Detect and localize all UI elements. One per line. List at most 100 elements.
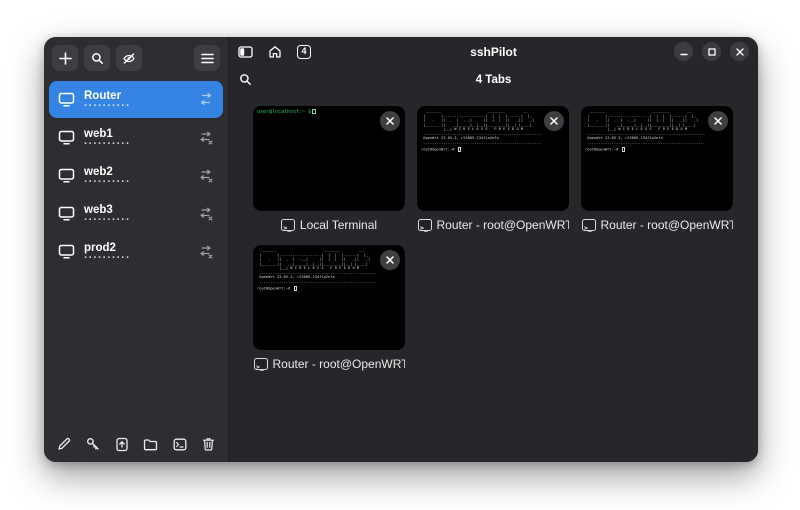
app-window: Router ·········· web1 ·········· [44, 37, 758, 462]
search-icon [239, 73, 252, 86]
tab-counter-badge: 4 [297, 45, 311, 59]
disconnected-arrows-icon [198, 207, 214, 221]
close-icon [736, 48, 744, 56]
connection-text: web3 ·········· [84, 204, 198, 224]
tabs-count-title: 4 Tabs [229, 74, 758, 86]
tab-label: Router - root@OpenWRTx86… [253, 357, 405, 371]
close-tab-button[interactable] [708, 111, 728, 131]
monitor-icon [58, 244, 75, 259]
titlebar-left-icons: 4 [238, 45, 311, 59]
sidebar-toolbar [44, 37, 228, 77]
terminal-icon [582, 219, 596, 231]
connection-masked-host: ·········· [84, 102, 198, 110]
main-pane: 4 sshPilot 4 Tabs user@localhost:~ $ [228, 37, 758, 462]
connection-row-prod2[interactable]: prod2 ·········· [49, 233, 223, 270]
open-folder-button[interactable] [143, 438, 158, 451]
terminal-icon [173, 438, 187, 451]
eye-slash-icon [122, 52, 136, 65]
connection-text: web2 ·········· [84, 166, 198, 186]
key-icon [86, 437, 100, 451]
open-terminal-button[interactable] [173, 438, 187, 451]
terminal-prompt-line: root@OpenWrt:~# [585, 147, 729, 152]
minimize-button[interactable] [674, 42, 693, 61]
connection-masked-host: ·········· [84, 140, 198, 148]
connection-text: Router ·········· [84, 90, 198, 110]
edit-connection-button[interactable] [57, 437, 71, 451]
minimize-icon [680, 48, 688, 56]
pencil-icon [57, 437, 71, 451]
disconnected-arrows-icon [198, 245, 214, 259]
tab-label-text: Router - root@OpenWRTx86… [273, 357, 405, 371]
close-tab-button[interactable] [380, 111, 400, 131]
tab-label-text: Router - root@OpenWRTx86… [601, 218, 733, 232]
connection-masked-host: ·········· [84, 254, 198, 262]
tab-card-router-1: _______ ________ __ | |.-----.-----.----… [417, 106, 569, 232]
home-button[interactable] [268, 45, 282, 58]
close-tab-button[interactable] [544, 111, 564, 131]
connection-text: prod2 ·········· [84, 242, 198, 262]
toggle-hidden-button[interactable] [116, 45, 142, 71]
monitor-icon [58, 92, 75, 107]
toggle-sidebar-button[interactable] [238, 46, 253, 58]
connection-masked-host: ·········· [84, 216, 198, 224]
prompt-text: root@OpenWrt:~# [257, 286, 293, 290]
main-menu-button[interactable] [194, 45, 220, 71]
tab-preview[interactable]: user@localhost:~ $ [253, 106, 405, 211]
close-icon [386, 117, 394, 125]
upload-key-button[interactable] [115, 437, 129, 452]
tab-card-router-3: _______ ________ __ | |.-----.-----.----… [253, 245, 405, 371]
tab-overview-button[interactable]: 4 [297, 45, 311, 59]
tabs-grid: user@localhost:~ $ Local Terminal ______… [229, 93, 758, 384]
sidebar-toggle-icon [238, 46, 253, 58]
window-controls [674, 42, 749, 61]
search-tabs-button[interactable] [239, 73, 252, 86]
connection-row-router[interactable]: Router ·········· [49, 81, 223, 118]
tab-label: Local Terminal [253, 218, 405, 232]
prompt-text: root@OpenWrt:~# [421, 147, 457, 151]
monitor-icon [58, 168, 75, 183]
tab-preview[interactable]: _______ ________ __ | |.-----.-----.----… [417, 106, 569, 211]
tab-counter-value: 4 [301, 47, 306, 56]
tab-preview[interactable]: _______ ________ __ | |.-----.-----.----… [253, 245, 405, 350]
terminal-prompt-line: root@OpenWrt:~# [257, 286, 401, 291]
maximize-button[interactable] [702, 42, 721, 61]
connection-row-web2[interactable]: web2 ·········· [49, 157, 223, 194]
search-icon [91, 52, 104, 65]
titlebar[interactable]: 4 sshPilot [229, 37, 758, 66]
file-upload-icon [115, 437, 129, 452]
tab-preview[interactable]: _______ ________ __ | |.-----.-----.----… [581, 106, 733, 211]
prompt-text: root@OpenWrt:~# [585, 147, 621, 151]
cursor [622, 147, 625, 152]
close-tab-button[interactable] [380, 250, 400, 270]
connected-arrows-icon [198, 93, 214, 106]
monitor-icon [58, 206, 75, 221]
monitor-icon [58, 130, 75, 145]
cursor [312, 109, 316, 114]
openwrt-banner: _______ ________ __ | |.-----.-----.----… [421, 109, 565, 145]
close-button[interactable] [730, 42, 749, 61]
trash-icon [202, 437, 215, 451]
terminal-prompt-line: root@OpenWrt:~# [421, 147, 565, 152]
add-connection-button[interactable] [52, 45, 78, 71]
tab-card-local-terminal: user@localhost:~ $ Local Terminal [253, 106, 405, 232]
prompt-text: user@localhost:~ $ [257, 109, 311, 115]
search-connections-button[interactable] [84, 45, 110, 71]
cursor [294, 286, 297, 291]
delete-connection-button[interactable] [202, 437, 215, 451]
terminal-icon [418, 219, 432, 231]
hamburger-menu-icon [201, 53, 214, 64]
plus-icon [59, 52, 72, 65]
maximize-icon [708, 48, 716, 56]
close-icon [714, 117, 722, 125]
close-icon [386, 256, 394, 264]
disconnected-arrows-icon [198, 169, 214, 183]
manage-keys-button[interactable] [86, 437, 100, 451]
tab-label-text: Router - root@OpenWRTx86… [437, 218, 569, 232]
sidebar: Router ·········· web1 ·········· [44, 37, 228, 462]
disconnected-arrows-icon [198, 131, 214, 145]
openwrt-banner: _______ ________ __ | |.-----.-----.----… [257, 248, 401, 284]
connection-row-web1[interactable]: web1 ·········· [49, 119, 223, 156]
connection-row-web3[interactable]: web3 ·········· [49, 195, 223, 232]
cursor [458, 147, 461, 152]
tab-label-text: Local Terminal [300, 218, 377, 232]
